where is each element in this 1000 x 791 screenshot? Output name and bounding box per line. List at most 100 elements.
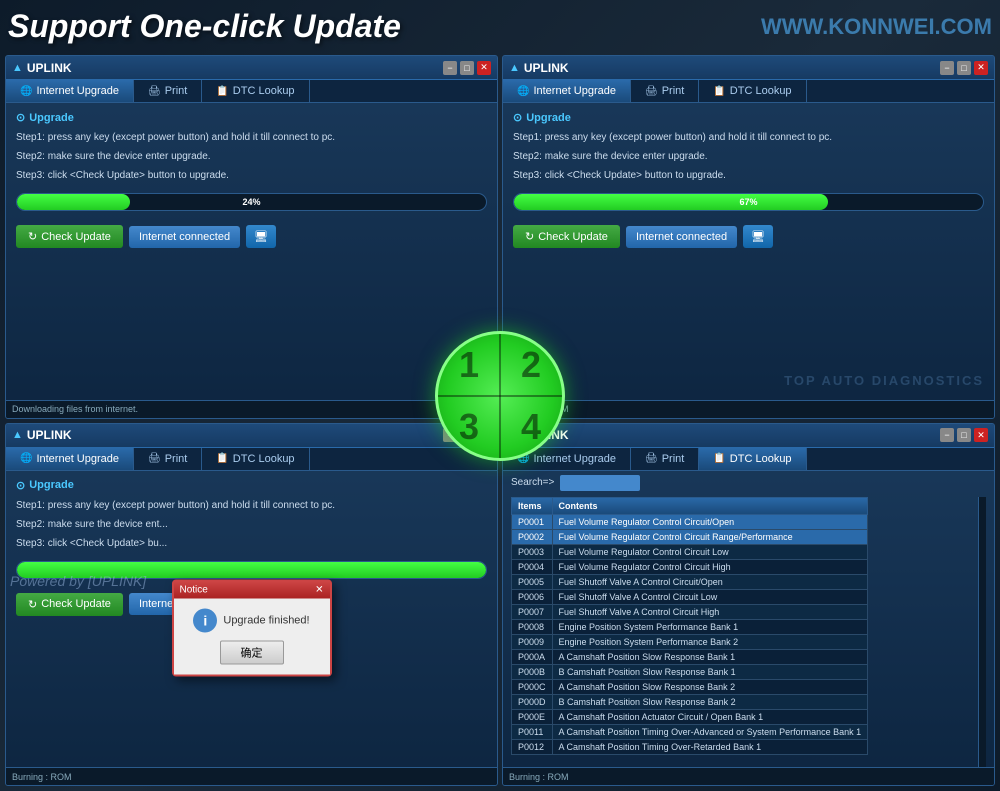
step2-q3: Step2: make sure the device ent... bbox=[16, 517, 487, 532]
dtc-desc: B Camshaft Position Slow Response Bank 2 bbox=[552, 694, 868, 709]
close-btn-q1[interactable]: ✕ bbox=[477, 61, 491, 75]
dtc-desc: Fuel Volume Regulator Control Circuit Ra… bbox=[552, 529, 868, 544]
tab-internet-upgrade-q3[interactable]: 🌐 Internet Upgrade bbox=[6, 448, 134, 470]
tab-dtc-q1[interactable]: 📋 DTC Lookup bbox=[202, 80, 309, 102]
dtc-code: P000D bbox=[512, 694, 553, 709]
refresh-icon-q2: ↻ bbox=[525, 230, 534, 243]
statusbar-q2: Burning : ROM bbox=[503, 400, 994, 418]
dtc-desc: A Camshaft Position Actuator Circuit / O… bbox=[552, 709, 868, 724]
notice-close-icon[interactable]: ✕ bbox=[315, 584, 323, 595]
monitor-btn-q1[interactable]: 🖥 bbox=[246, 225, 276, 248]
table-row[interactable]: P000BB Camshaft Position Slow Response B… bbox=[512, 664, 868, 679]
buttons-q2: ↻ Check Update Internet connected 🖥 bbox=[513, 225, 984, 248]
tab-dtc-q4[interactable]: 📋 DTC Lookup bbox=[699, 448, 806, 470]
dtc-desc: Fuel Shutoff Valve A Control Circuit Hig… bbox=[552, 604, 868, 619]
progress-bar-q1: 24% bbox=[16, 193, 487, 211]
table-row[interactable]: P000EA Camshaft Position Actuator Circui… bbox=[512, 709, 868, 724]
dtc-desc: A Camshaft Position Slow Response Bank 1 bbox=[552, 649, 868, 664]
step3-q2: Step3: click <Check Update> button to up… bbox=[513, 168, 984, 183]
table-row[interactable]: P0012A Camshaft Position Timing Over-Ret… bbox=[512, 739, 868, 754]
check-update-btn-q3[interactable]: ↻ Check Update bbox=[16, 593, 123, 616]
dtc-desc: Fuel Volume Regulator Control Circuit Hi… bbox=[552, 559, 868, 574]
minimize-btn-q4[interactable]: − bbox=[940, 428, 954, 442]
tab-dtc-q2[interactable]: 📋 DTC Lookup bbox=[699, 80, 806, 102]
dtc-desc: A Camshaft Position Slow Response Bank 2 bbox=[552, 679, 868, 694]
close-btn-q2[interactable]: ✕ bbox=[974, 61, 988, 75]
step1-q3: Step1: press any key (except power butto… bbox=[16, 498, 487, 513]
tab-dtc-q3[interactable]: 📋 DTC Lookup bbox=[202, 448, 309, 470]
check-update-btn-q1[interactable]: ↻ Check Update bbox=[16, 225, 123, 248]
dtc-code: P0011 bbox=[512, 724, 553, 739]
tab-print-q1[interactable]: 🖨 Print bbox=[134, 80, 202, 102]
notice-message: Upgrade finished! bbox=[223, 614, 309, 626]
website-label: WWW.KONNWEI.COM bbox=[761, 14, 992, 40]
tab-print-q4[interactable]: 🖨 Print bbox=[631, 448, 699, 470]
progress-fill-q2 bbox=[514, 194, 828, 210]
table-row[interactable]: P0011A Camshaft Position Timing Over-Adv… bbox=[512, 724, 868, 739]
table-row[interactable]: P0005Fuel Shutoff Valve A Control Circui… bbox=[512, 574, 868, 589]
search-input-q4[interactable] bbox=[560, 475, 640, 491]
dtc-code: P0003 bbox=[512, 544, 553, 559]
internet-icon-q3: 🌐 bbox=[20, 453, 32, 464]
table-row[interactable]: P0001Fuel Volume Regulator Control Circu… bbox=[512, 514, 868, 529]
progress-bar-q2: 67% bbox=[513, 193, 984, 211]
dtc-desc: Fuel Volume Regulator Control Circuit/Op… bbox=[552, 514, 868, 529]
content-q1: ⊙ Upgrade Step1: press any key (except p… bbox=[6, 103, 497, 418]
table-row[interactable]: P000DB Camshaft Position Slow Response B… bbox=[512, 694, 868, 709]
dtc-desc: A Camshaft Position Timing Over-Retarded… bbox=[552, 739, 868, 754]
step3-q1: Step3: click <Check Update> button to up… bbox=[16, 168, 487, 183]
print-icon-q1: 🖨 bbox=[148, 86, 161, 97]
table-row[interactable]: P0009Engine Position System Performance … bbox=[512, 634, 868, 649]
scrollbar-q4[interactable] bbox=[978, 497, 986, 782]
table-row[interactable]: P0003Fuel Volume Regulator Control Circu… bbox=[512, 544, 868, 559]
maximize-btn-q2[interactable]: □ bbox=[957, 61, 971, 75]
step1-q2: Step1: press any key (except power butto… bbox=[513, 130, 984, 145]
check-update-btn-q2[interactable]: ↻ Check Update bbox=[513, 225, 620, 248]
internet-connected-btn-q1[interactable]: Internet connected bbox=[129, 226, 240, 248]
table-row[interactable]: P0002Fuel Volume Regulator Control Circu… bbox=[512, 529, 868, 544]
notice-ok-button[interactable]: 确定 bbox=[220, 640, 284, 664]
dtc-icon-q3: 📋 bbox=[216, 453, 228, 464]
notice-body: i Upgrade finished! 确定 bbox=[174, 598, 330, 674]
tab-internet-upgrade-q2[interactable]: 🌐 Internet Upgrade bbox=[503, 80, 631, 102]
tab-internet-upgrade-q1[interactable]: 🌐 Internet Upgrade bbox=[6, 80, 134, 102]
minimize-btn-q1[interactable]: − bbox=[443, 61, 457, 75]
table-row[interactable]: P0006Fuel Shutoff Valve A Control Circui… bbox=[512, 589, 868, 604]
notice-titlebar: Notice ✕ bbox=[174, 581, 330, 598]
window-title-q3: ▲ UPLINK bbox=[12, 428, 443, 442]
refresh-icon-q3: ↻ bbox=[28, 598, 37, 611]
table-row[interactable]: P000CA Camshaft Position Slow Response B… bbox=[512, 679, 868, 694]
titlebar-q2: ▲ UPLINK − □ ✕ bbox=[503, 56, 994, 80]
table-row[interactable]: P0007Fuel Shutoff Valve A Control Circui… bbox=[512, 604, 868, 619]
search-row-q4: Search=> bbox=[511, 475, 986, 491]
maximize-btn-q4[interactable]: □ bbox=[957, 428, 971, 442]
close-btn-q4[interactable]: ✕ bbox=[974, 428, 988, 442]
table-row[interactable]: P0008Engine Position System Performance … bbox=[512, 619, 868, 634]
tab-print-q3[interactable]: 🖨 Print bbox=[134, 448, 202, 470]
titlebar-q1: ▲ UPLINK − □ ✕ bbox=[6, 56, 497, 80]
titlebar-q4: ▲ UPLINK − □ ✕ bbox=[503, 424, 994, 448]
maximize-btn-q1[interactable]: □ bbox=[460, 61, 474, 75]
internet-connected-btn-q2[interactable]: Internet connected bbox=[626, 226, 737, 248]
notice-content: i Upgrade finished! bbox=[193, 608, 309, 632]
tab-print-q2[interactable]: 🖨 Print bbox=[631, 80, 699, 102]
dtc-desc: Fuel Shutoff Valve A Control Circuit Low bbox=[552, 589, 868, 604]
window-q3: ▲ UPLINK − □ ✕ 🌐 Internet Upgrade 🖨 Prin… bbox=[5, 423, 498, 787]
window-q4: ▲ UPLINK − □ ✕ 🌐 Internet Upgrade 🖨 Prin… bbox=[502, 423, 995, 787]
window-controls-q2: − □ ✕ bbox=[940, 61, 988, 75]
dtc-table-body: P0001Fuel Volume Regulator Control Circu… bbox=[512, 514, 868, 754]
content-q2: ⊙ Upgrade Step1: press any key (except p… bbox=[503, 103, 994, 418]
uplink-icon-q3: ▲ bbox=[12, 429, 23, 441]
content-q3: ⊙ Upgrade Step1: press any key (except p… bbox=[6, 471, 497, 786]
tabs-q3: 🌐 Internet Upgrade 🖨 Print 📋 DTC Lookup bbox=[6, 448, 497, 471]
upgrade-icon-q3: ⊙ bbox=[16, 479, 25, 492]
dtc-code: P0004 bbox=[512, 559, 553, 574]
table-scroll-q4: Items Contents P0001Fuel Volume Regulato… bbox=[511, 497, 978, 782]
table-row[interactable]: P000AA Camshaft Position Slow Response B… bbox=[512, 649, 868, 664]
monitor-btn-q2[interactable]: 🖥 bbox=[743, 225, 773, 248]
statusbar-q1: Downloading files from internet. bbox=[6, 400, 497, 418]
dtc-code: P000A bbox=[512, 649, 553, 664]
circle-divider-horizontal bbox=[438, 395, 562, 397]
table-row[interactable]: P0004Fuel Volume Regulator Control Circu… bbox=[512, 559, 868, 574]
minimize-btn-q2[interactable]: − bbox=[940, 61, 954, 75]
